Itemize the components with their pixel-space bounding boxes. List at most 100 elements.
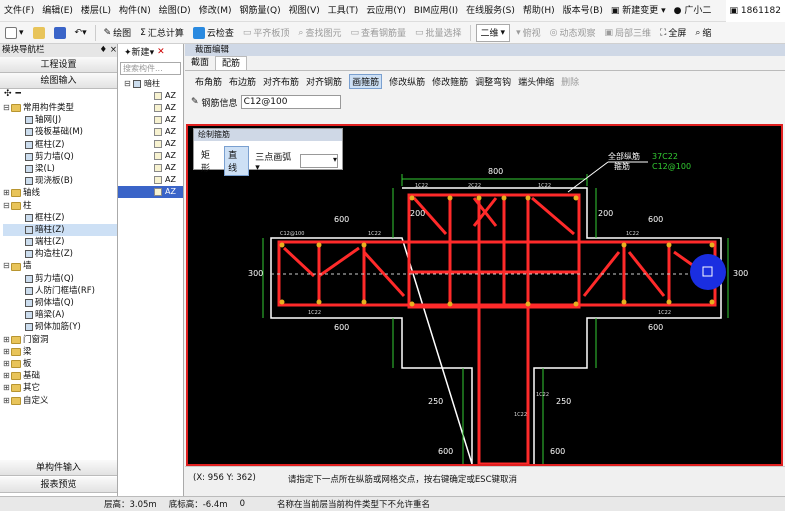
menu-draw[interactable]: 绘图(D)	[155, 0, 195, 22]
menu-bim[interactable]: BIM应用(I)	[410, 0, 462, 22]
tree-item[interactable]: ⊞ 梁	[3, 346, 117, 358]
tree-item[interactable]: ⊟ 墙	[3, 260, 117, 272]
collapse-icon[interactable]: ⊟	[3, 260, 10, 272]
menu-rebar-qty[interactable]: 钢筋量(Q)	[235, 0, 284, 22]
cloud-check-button[interactable]: 云检查	[190, 24, 237, 42]
element-list-item[interactable]: AZ	[118, 162, 183, 174]
tree-item[interactable]: ⊟ 柱	[3, 200, 117, 212]
single-element-button[interactable]: 单构件输入	[0, 460, 117, 476]
tree-item[interactable]: 剪力墙(Q)	[3, 151, 117, 163]
mode-line-button[interactable]: 直线	[224, 146, 250, 176]
element-list-item[interactable]: AZ	[118, 114, 183, 126]
mode-arc-button[interactable]: 三点画弧▾	[252, 149, 297, 174]
tree-item[interactable]: 暗梁(A)	[3, 309, 117, 321]
tree-item[interactable]: ⊞ 自定义	[3, 395, 117, 407]
tree-item[interactable]: 剪力墙(Q)	[3, 273, 117, 285]
tree-item[interactable]: ⊞ 其它	[3, 382, 117, 394]
full-screen-button[interactable]: ⛶ 全屏	[657, 24, 689, 42]
element-list-item[interactable]: AZ	[118, 90, 183, 102]
collapse-icon[interactable]: ⊟	[3, 102, 10, 114]
tree-item[interactable]: 砌体加筋(Y)	[3, 321, 117, 333]
tree-item[interactable]: 人防门框墙(RF)	[3, 285, 117, 297]
tree-item[interactable]: 端柱(Z)	[3, 236, 117, 248]
tab-rebar[interactable]: 配筋	[215, 56, 248, 70]
menu-tools[interactable]: 工具(T)	[324, 0, 363, 22]
tree-item[interactable]: 现浇板(B)	[3, 175, 117, 187]
tree-item[interactable]: 框柱(Z)	[3, 212, 117, 224]
tree-item[interactable]: ⊞ 门窗洞	[3, 334, 117, 346]
batch-select-button[interactable]: ▭ 批量选择	[412, 24, 465, 42]
rebar-tool-button[interactable]: 修改纵筋	[389, 75, 425, 88]
rebar-tool-button[interactable]: 对齐布筋	[263, 75, 299, 88]
menu-online[interactable]: 在线服务(S)	[462, 0, 519, 22]
view-mode-select[interactable]: 二维 ▾	[475, 23, 511, 42]
tree-item[interactable]: 构造柱(Z)	[3, 248, 117, 260]
expand-icon[interactable]: ⊞	[3, 334, 10, 346]
menu-help[interactable]: 帮助(H)	[519, 0, 559, 22]
collapse-icon[interactable]: ⊟	[3, 200, 10, 212]
element-search-input[interactable]: 搜索构件...	[120, 62, 181, 75]
rebar-tool-button[interactable]: 删除	[561, 75, 579, 88]
element-list-item[interactable]: AZ	[118, 102, 183, 114]
expand-all-icon[interactable]: ✣	[4, 89, 12, 102]
expand-icon[interactable]: ⊞	[3, 358, 10, 370]
menu-file[interactable]: 文件(F)	[0, 0, 38, 22]
rebar-tool-button[interactable]: 布角筋	[195, 75, 222, 88]
rebar-info-input[interactable]: C12@100	[240, 95, 341, 109]
open-folder-icon[interactable]	[30, 24, 48, 42]
mode-extra-select[interactable]: ▾	[299, 154, 339, 168]
menu-view[interactable]: 视图(V)	[285, 0, 324, 22]
menu-cloud[interactable]: 云应用(Y)	[362, 0, 410, 22]
local-3d-button[interactable]: ▣ 局部三维	[602, 24, 655, 42]
mode-rect-button[interactable]: 矩形	[198, 147, 221, 175]
tree-item[interactable]: 砌体墙(Q)	[3, 297, 117, 309]
menu-modify[interactable]: 修改(M)	[195, 0, 236, 22]
report-preview-button[interactable]: 报表预览	[0, 477, 117, 493]
element-list-item[interactable]: AZ	[118, 138, 183, 150]
menu-element[interactable]: 构件(N)	[115, 0, 155, 22]
rebar-tool-button[interactable]: 端头伸缩	[518, 75, 554, 88]
element-list-item[interactable]: AZ	[118, 150, 183, 162]
tree-item[interactable]: 暗柱(Z)	[3, 223, 117, 237]
menu-version[interactable]: 版本号(B)	[559, 0, 607, 22]
view-rebar-button[interactable]: ▭ 查看钢筋量	[347, 24, 409, 42]
menu-floor[interactable]: 楼层(L)	[77, 0, 115, 22]
tree-item[interactable]: ⊟ 常用构件类型	[3, 102, 117, 114]
project-settings-button[interactable]: 工程设置	[0, 57, 117, 73]
tree-item[interactable]: ⊞ 轴线	[3, 187, 117, 199]
tree-item[interactable]: 框柱(Z)	[3, 139, 117, 151]
rebar-tool-button[interactable]: 对齐钢筋	[306, 75, 342, 88]
new-file-icon[interactable]: ▾	[2, 24, 27, 42]
expand-icon[interactable]: ⊞	[3, 187, 10, 199]
top-view-button[interactable]: ▾ 俯视	[513, 24, 544, 42]
element-tree-root[interactable]: ⊟ 暗柱	[118, 78, 183, 90]
expand-icon[interactable]: ⊞	[3, 346, 10, 358]
draw-button[interactable]: ✎ 绘图	[101, 24, 135, 42]
sum-calc-button[interactable]: Σ 汇总计算	[137, 24, 187, 42]
undo-icon[interactable]: ↶▾	[72, 24, 90, 42]
user-menu[interactable]: ● 广小二	[670, 0, 716, 22]
delete-element-icon[interactable]: ✕	[157, 47, 165, 57]
element-list-item[interactable]: AZ	[118, 174, 183, 186]
new-change-button[interactable]: ▣ 新建变更 ▾	[607, 0, 670, 22]
level-board-button[interactable]: ▭ 平齐板顶	[240, 24, 293, 42]
expand-icon[interactable]: ⊞	[3, 395, 10, 407]
save-icon[interactable]	[51, 24, 69, 42]
tree-item[interactable]: ⊞ 板	[3, 358, 117, 370]
dynamic-view-button[interactable]: ◎ 动态观察	[547, 24, 599, 42]
element-list-item[interactable]: AZ	[118, 126, 183, 138]
element-list-item[interactable]: AZ	[118, 186, 183, 198]
find-element-button[interactable]: ⌕ 查找图元	[295, 24, 344, 42]
tree-item[interactable]: 轴网(J)	[3, 114, 117, 126]
tree-item[interactable]: 筏板基础(M)	[3, 126, 117, 138]
tree-item[interactable]: 梁(L)	[3, 163, 117, 175]
zoom-button[interactable]: ⌕ 缩	[692, 24, 714, 42]
rebar-tool-button[interactable]: 修改箍筋	[432, 75, 468, 88]
tab-section[interactable]: 截面	[185, 56, 215, 70]
menu-edit[interactable]: 编辑(E)	[38, 0, 77, 22]
rebar-tool-button[interactable]: 布边筋	[229, 75, 256, 88]
new-element-button[interactable]: ✦新建▾	[124, 45, 154, 58]
rebar-tool-button[interactable]: 调整弯钩	[475, 75, 511, 88]
expand-icon[interactable]: ⊞	[3, 382, 10, 394]
expand-icon[interactable]: ⊞	[3, 370, 10, 382]
